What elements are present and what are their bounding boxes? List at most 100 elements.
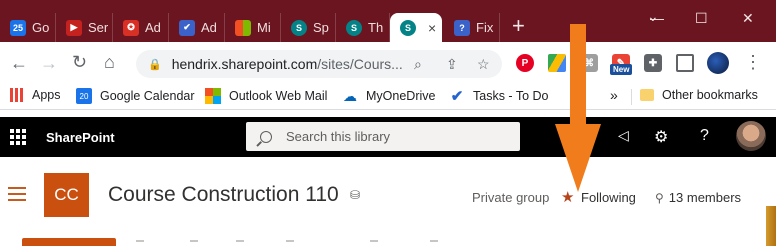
tab-strip: 25 Go ▶ Ser ✪ Ad ✔ Ad Mi S Sp S Th S × ?… (0, 0, 776, 42)
checkmark-icon: ✔ (179, 19, 195, 36)
hamburger-menu-icon[interactable] (8, 187, 26, 205)
settings-gear-icon[interactable]: ⚙ (654, 127, 668, 147)
bookmarks-overflow-button[interactable]: » (610, 87, 618, 103)
site-title[interactable]: Course Construction 110 (108, 183, 339, 207)
tab-google-calendar[interactable]: 25 Go (0, 13, 56, 42)
browser-menu-icon[interactable]: ⋮ (744, 52, 762, 73)
forward-arrow-icon[interactable]: → (40, 53, 58, 74)
close-window-button[interactable]: ✕ (742, 10, 754, 27)
bookmark-myonedrive[interactable]: ☁ MyOneDrive (342, 88, 435, 104)
mortarboard-icon: ✪ (123, 19, 139, 36)
tab-fix[interactable]: ? Fix (444, 13, 500, 42)
megaphone-icon[interactable]: ◁ (618, 127, 629, 144)
share-icon[interactable]: ⇪ (446, 56, 458, 73)
pinterest-icon[interactable]: P (516, 54, 534, 72)
command-bar-item-partial[interactable] (190, 240, 198, 246)
tab-label: Go (32, 20, 50, 35)
microsoft-icon (235, 19, 251, 36)
close-tab-icon[interactable]: × (428, 20, 436, 36)
bookmark-tasks-to-do[interactable]: ✔ Tasks - To Do (449, 88, 549, 105)
search-icon[interactable]: ⌕ (414, 56, 422, 73)
lock-icon[interactable]: 🔒 (148, 58, 162, 71)
app-launcher-icon[interactable] (10, 129, 26, 145)
tab-label: Sp (313, 20, 329, 35)
video-icon: ▶ (66, 19, 82, 36)
tab-label: Ad (201, 20, 217, 35)
help-icon[interactable]: ? (700, 127, 709, 145)
bookmark-label: Tasks - To Do (473, 89, 549, 103)
sharepoint-icon: S (400, 19, 416, 36)
bookmark-apps[interactable]: Apps (10, 88, 61, 102)
checkmark-icon: ✔ (450, 88, 464, 105)
bookmark-label: Outlook Web Mail (229, 89, 328, 103)
bookmarks-divider (631, 89, 632, 105)
search-icon (260, 130, 272, 143)
sharepoint-icon: S (291, 19, 307, 36)
minimize-button[interactable]: — (650, 10, 664, 26)
bookmark-label: MyOneDrive (366, 89, 436, 103)
maximize-button[interactable]: ☐ (695, 10, 708, 27)
new-button-partial[interactable] (22, 238, 116, 246)
tab-label: Th (368, 20, 384, 35)
members-button[interactable]: ⚲ 13 members (655, 190, 741, 205)
side-panel-icon[interactable] (676, 54, 694, 72)
back-arrow-icon[interactable]: ← (10, 53, 28, 74)
following-button[interactable]: Following (581, 190, 636, 205)
address-url: hendrix.sharepoint.com/sites/Cours... (172, 56, 403, 72)
microsoft-icon (205, 88, 221, 104)
window-edge-decoration (766, 206, 776, 246)
teams-icon[interactable]: ⛁ (350, 188, 360, 202)
bookmark-star-icon[interactable]: ☆ (477, 56, 490, 73)
extension-icon[interactable]: ⌘ (580, 54, 598, 72)
home-icon[interactable]: ⌂ (104, 52, 115, 73)
bookmark-google-calendar[interactable]: 20 Google Calendar (76, 88, 195, 104)
reload-icon[interactable]: ↻ (72, 52, 87, 73)
tab-admissions[interactable]: ✪ Ad (113, 13, 169, 42)
tab-tasks[interactable]: ✔ Ad (169, 13, 225, 42)
tab-label: Ser (88, 20, 109, 35)
calendar-icon: 20 (76, 88, 92, 104)
url-host: hendrix.sharepoint.com (171, 56, 318, 72)
other-bookmarks-folder[interactable]: Other bookmarks (640, 88, 758, 102)
browser-window: 25 Go ▶ Ser ✪ Ad ✔ Ad Mi S Sp S Th S × ?… (0, 0, 776, 246)
profile-avatar-icon[interactable] (707, 52, 729, 74)
bookmark-label: Apps (32, 88, 61, 102)
tab-sharepoint-1[interactable]: S Sp (281, 13, 336, 42)
cloud-icon: ☁ (343, 87, 357, 104)
members-count: 13 members (668, 190, 742, 205)
star-filled-icon[interactable]: ★ (561, 188, 574, 206)
sharepoint-icon: S (346, 19, 362, 36)
tab-label: Fix (476, 20, 494, 35)
sharepoint-brand-link[interactable]: SharePoint (46, 130, 115, 145)
search-placeholder: Search this library (286, 129, 391, 144)
tab-microsoft[interactable]: Mi (225, 13, 281, 42)
bookmark-label: Other bookmarks (662, 88, 758, 102)
apps-grid-icon (10, 88, 24, 102)
tab-label: Mi (257, 20, 271, 35)
person-icon: ⚲ (655, 190, 664, 205)
bookmark-label: Google Calendar (100, 89, 195, 103)
user-avatar[interactable] (736, 121, 766, 151)
command-bar-item-partial[interactable] (236, 240, 244, 246)
bookmark-outlook-web-mail[interactable]: Outlook Web Mail (205, 88, 327, 104)
sharepoint-suite-bar: SharePoint Search this library ◁ ⚙ ? (0, 117, 776, 157)
privacy-label: Private group (472, 190, 550, 205)
tab-sharepoint-active[interactable]: S × (390, 13, 442, 42)
command-bar-item-partial[interactable] (136, 240, 144, 246)
tab-video[interactable]: ▶ Ser (56, 13, 113, 42)
command-bar-item-partial[interactable] (430, 240, 438, 246)
tab-sharepoint-2[interactable]: S Th (336, 13, 390, 42)
library-search-box[interactable]: Search this library (246, 122, 520, 151)
command-bar-item-partial[interactable] (370, 240, 378, 246)
google-drive-icon[interactable] (548, 54, 566, 72)
tab-label: Ad (145, 20, 161, 35)
site-logo[interactable]: CC (44, 173, 89, 217)
folder-icon (640, 89, 654, 101)
puzzle-extensions-icon[interactable]: ✚ (644, 54, 662, 72)
help-icon: ? (454, 19, 470, 36)
new-tab-button[interactable]: + (512, 15, 525, 37)
url-path: /sites/Cours... (317, 56, 403, 72)
calendar-icon: 25 (10, 19, 26, 36)
new-badge: New (610, 64, 633, 75)
command-bar-item-partial[interactable] (286, 240, 294, 246)
